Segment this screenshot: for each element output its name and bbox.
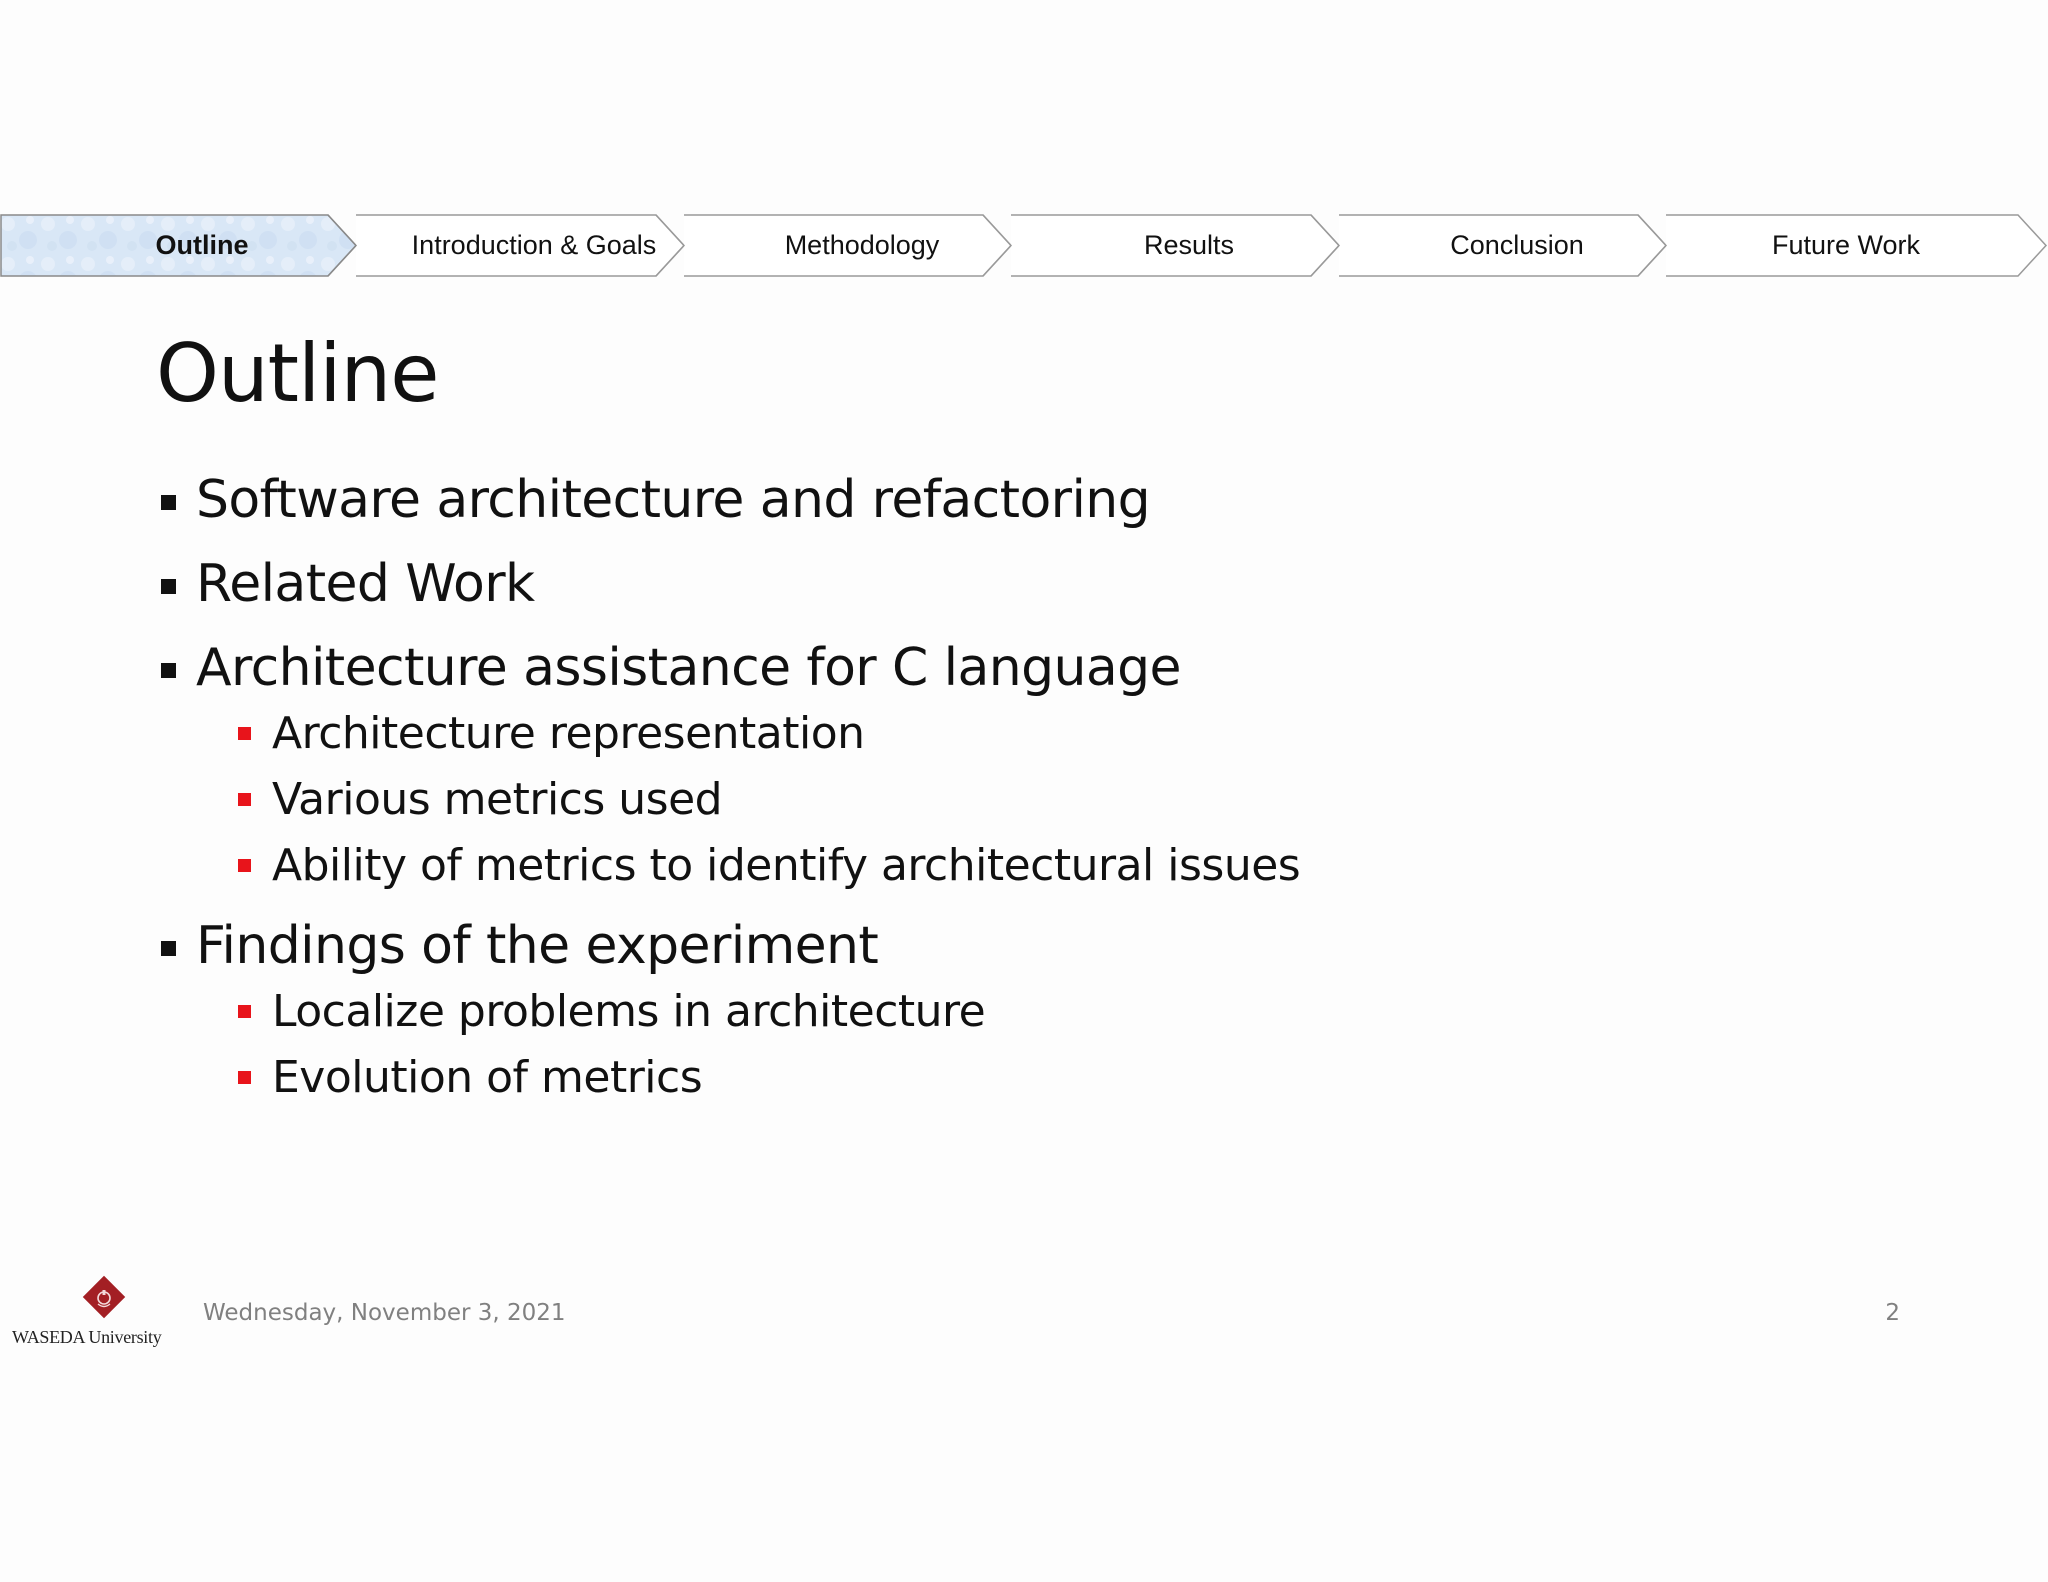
sub-bullet-text: Ability of metrics to identify architect… — [272, 840, 1301, 891]
red-square-bullet-icon — [238, 1071, 251, 1084]
red-square-bullet-icon — [238, 793, 251, 806]
sub-bullet-text: Evolution of metrics — [272, 1052, 703, 1103]
slide: Outline Introduction & Goals Methodology… — [0, 0, 2048, 1582]
bullet-square-icon — [161, 663, 176, 678]
logo-wordmark: WASEDA University — [12, 1327, 162, 1347]
red-square-bullet-icon — [238, 859, 251, 872]
bullet-item: Architecture assistance for C language A… — [156, 642, 1856, 888]
sub-bullet-item: Architecture representation — [156, 712, 1856, 756]
bullet-text: Architecture assistance for C language — [196, 638, 1182, 698]
bullet-text: Findings of the experiment — [196, 916, 879, 976]
sub-bullet-item: Ability of metrics to identify architect… — [156, 844, 1856, 888]
bullet-item: Findings of the experiment Localize prob… — [156, 920, 1856, 1100]
bullet-item: Software architecture and refactoring — [156, 474, 1856, 526]
nav-step-introduction-goals[interactable]: Introduction & Goals — [356, 214, 712, 277]
waseda-logo: WASEDA University — [12, 1268, 172, 1348]
sub-bullet-text: Various metrics used — [272, 774, 723, 825]
slide-date: Wednesday, November 3, 2021 — [203, 1300, 566, 1326]
red-square-bullet-icon — [238, 727, 251, 740]
nav-step-conclusion[interactable]: Conclusion — [1339, 214, 1695, 277]
bullet-square-icon — [161, 579, 176, 594]
sub-bullet-list: Architecture representation Various metr… — [196, 712, 1856, 888]
sub-bullet-list: Localize problems in architecture Evolut… — [196, 990, 1856, 1100]
page-number: 2 — [1885, 1300, 1900, 1326]
nav-step-methodology[interactable]: Methodology — [684, 214, 1040, 277]
waseda-crest-icon — [78, 1271, 130, 1323]
section-nav: Outline Introduction & Goals Methodology… — [0, 214, 2048, 277]
sub-bullet-text: Architecture representation — [272, 708, 865, 759]
bullet-text: Software architecture and refactoring — [196, 470, 1151, 530]
sub-bullet-text: Localize problems in architecture — [272, 986, 986, 1037]
bullet-item: Related Work — [156, 558, 1856, 610]
bullet-square-icon — [161, 495, 176, 510]
bullet-square-icon — [161, 941, 176, 956]
nav-step-results[interactable]: Results — [1011, 214, 1367, 277]
bullet-list: Software architecture and refactoring Re… — [156, 474, 1856, 1132]
nav-step-future-work[interactable]: Future Work — [1666, 214, 2026, 277]
slide-title: Outline — [156, 327, 439, 420]
sub-bullet-item: Various metrics used — [156, 778, 1856, 822]
sub-bullet-item: Evolution of metrics — [156, 1056, 1856, 1100]
nav-step-outline[interactable]: Outline — [0, 214, 404, 277]
red-square-bullet-icon — [238, 1005, 251, 1018]
sub-bullet-item: Localize problems in architecture — [156, 990, 1856, 1034]
bullet-text: Related Work — [196, 554, 535, 614]
